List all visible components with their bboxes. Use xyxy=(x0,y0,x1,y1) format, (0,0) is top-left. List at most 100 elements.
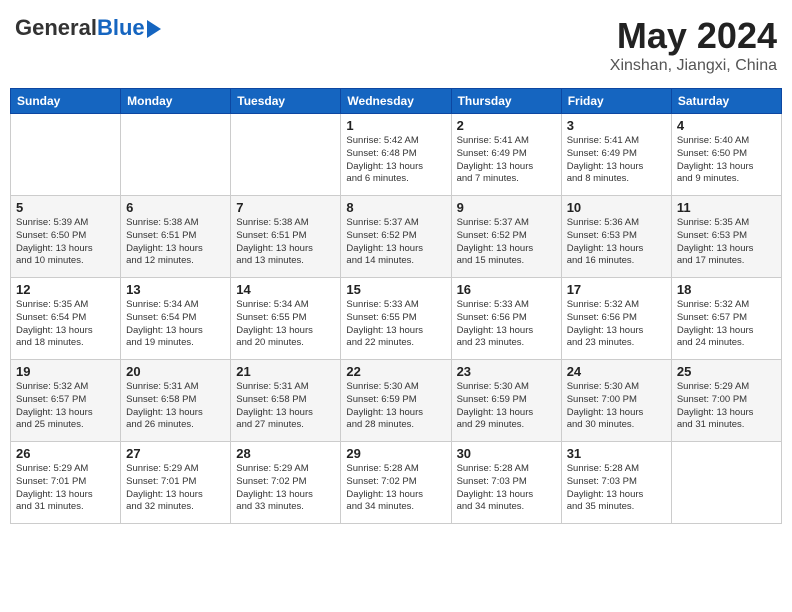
calendar-cell: 26 Sunrise: 5:29 AM Sunset: 7:01 PM Dayli… xyxy=(11,442,121,524)
column-header-sunday: Sunday xyxy=(11,89,121,114)
day-info: Sunrise: 5:32 AM Sunset: 6:57 PM Dayligh… xyxy=(16,381,115,432)
page-header: General Blue May 2024 Xinshan, Jiangxi, … xyxy=(10,10,782,80)
calendar-cell: 8 Sunrise: 5:37 AM Sunset: 6:52 PM Daylig… xyxy=(341,196,451,278)
calendar-cell: 23 Sunrise: 5:30 AM Sunset: 6:59 PM Dayli… xyxy=(451,360,561,442)
calendar-cell: 27 Sunrise: 5:29 AM Sunset: 7:01 PM Dayli… xyxy=(121,442,231,524)
calendar-cell: 13 Sunrise: 5:34 AM Sunset: 6:54 PM Dayli… xyxy=(121,278,231,360)
logo-arrow-icon xyxy=(147,20,161,38)
day-number: 10 xyxy=(567,200,666,215)
day-number: 21 xyxy=(236,364,335,379)
calendar-cell: 25Sunrise: 5:29 AM Sunset: 7:00 PM Dayli… xyxy=(671,360,781,442)
day-number: 28 xyxy=(236,446,335,461)
calendar-cell: 1Sunrise: 5:42 AM Sunset: 6:48 PM Daylig… xyxy=(341,114,451,196)
calendar-week-row: 12 Sunrise: 5:35 AM Sunset: 6:54 PM Dayli… xyxy=(11,278,782,360)
day-number: 24 xyxy=(567,364,666,379)
calendar-cell: 20 Sunrise: 5:31 AM Sunset: 6:58 PM Dayli… xyxy=(121,360,231,442)
day-number: 9 xyxy=(457,200,556,215)
calendar-cell: 24Sunrise: 5:30 AM Sunset: 7:00 PM Dayli… xyxy=(561,360,671,442)
day-number: 30 xyxy=(457,446,556,461)
day-number: 19 xyxy=(16,364,115,379)
calendar-cell: 17 Sunrise: 5:32 AM Sunset: 6:56 PM Dayli… xyxy=(561,278,671,360)
day-info: Sunrise: 5:32 AM Sunset: 6:57 PM Dayligh… xyxy=(677,299,776,350)
day-info: Sunrise: 5:29 AM Sunset: 7:02 PM Dayligh… xyxy=(236,463,335,514)
day-number: 11 xyxy=(677,200,776,215)
day-number: 23 xyxy=(457,364,556,379)
day-info: Sunrise: 5:33 AM Sunset: 6:56 PM Dayligh… xyxy=(457,299,556,350)
day-number: 14 xyxy=(236,282,335,297)
location: Xinshan, Jiangxi, China xyxy=(610,57,777,75)
day-number: 18 xyxy=(677,282,776,297)
column-header-saturday: Saturday xyxy=(671,89,781,114)
calendar-cell: 28 Sunrise: 5:29 AM Sunset: 7:02 PM Dayli… xyxy=(231,442,341,524)
column-header-monday: Monday xyxy=(121,89,231,114)
calendar-cell: 7Sunrise: 5:38 AM Sunset: 6:51 PM Daylig… xyxy=(231,196,341,278)
day-info: Sunrise: 5:34 AM Sunset: 6:55 PM Dayligh… xyxy=(236,299,335,350)
calendar-cell: 31 Sunrise: 5:28 AM Sunset: 7:03 PM Dayli… xyxy=(561,442,671,524)
day-info: Sunrise: 5:31 AM Sunset: 6:58 PM Dayligh… xyxy=(126,381,225,432)
day-info: Sunrise: 5:41 AM Sunset: 6:49 PM Dayligh… xyxy=(567,135,666,186)
logo-blue-text: Blue xyxy=(97,15,145,41)
column-header-wednesday: Wednesday xyxy=(341,89,451,114)
calendar-cell xyxy=(671,442,781,524)
calendar-cell: 18 Sunrise: 5:32 AM Sunset: 6:57 PM Dayli… xyxy=(671,278,781,360)
day-info: Sunrise: 5:28 AM Sunset: 7:02 PM Dayligh… xyxy=(346,463,445,514)
day-number: 27 xyxy=(126,446,225,461)
day-number: 16 xyxy=(457,282,556,297)
day-number: 13 xyxy=(126,282,225,297)
day-number: 4 xyxy=(677,118,776,133)
day-number: 12 xyxy=(16,282,115,297)
day-info: Sunrise: 5:30 AM Sunset: 6:59 PM Dayligh… xyxy=(346,381,445,432)
day-number: 29 xyxy=(346,446,445,461)
day-info: Sunrise: 5:37 AM Sunset: 6:52 PM Dayligh… xyxy=(346,217,445,268)
day-info: Sunrise: 5:42 AM Sunset: 6:48 PM Dayligh… xyxy=(346,135,445,186)
calendar-cell: 21Sunrise: 5:31 AM Sunset: 6:58 PM Dayli… xyxy=(231,360,341,442)
day-number: 15 xyxy=(346,282,445,297)
day-number: 8 xyxy=(346,200,445,215)
day-info: Sunrise: 5:35 AM Sunset: 6:53 PM Dayligh… xyxy=(677,217,776,268)
day-info: Sunrise: 5:28 AM Sunset: 7:03 PM Dayligh… xyxy=(457,463,556,514)
day-info: Sunrise: 5:29 AM Sunset: 7:01 PM Dayligh… xyxy=(126,463,225,514)
day-info: Sunrise: 5:36 AM Sunset: 6:53 PM Dayligh… xyxy=(567,217,666,268)
day-info: Sunrise: 5:35 AM Sunset: 6:54 PM Dayligh… xyxy=(16,299,115,350)
day-number: 7 xyxy=(236,200,335,215)
calendar-cell: 15 Sunrise: 5:33 AM Sunset: 6:55 PM Dayli… xyxy=(341,278,451,360)
month-year: May 2024 xyxy=(610,15,777,57)
calendar-cell: 3 Sunrise: 5:41 AM Sunset: 6:49 PM Daylig… xyxy=(561,114,671,196)
day-info: Sunrise: 5:39 AM Sunset: 6:50 PM Dayligh… xyxy=(16,217,115,268)
calendar-cell: 30 Sunrise: 5:28 AM Sunset: 7:03 PM Dayli… xyxy=(451,442,561,524)
day-number: 25 xyxy=(677,364,776,379)
day-info: Sunrise: 5:40 AM Sunset: 6:50 PM Dayligh… xyxy=(677,135,776,186)
calendar-cell: 11 Sunrise: 5:35 AM Sunset: 6:53 PM Dayli… xyxy=(671,196,781,278)
calendar-week-row: 26 Sunrise: 5:29 AM Sunset: 7:01 PM Dayli… xyxy=(11,442,782,524)
day-info: Sunrise: 5:38 AM Sunset: 6:51 PM Dayligh… xyxy=(126,217,225,268)
calendar-cell: 29 Sunrise: 5:28 AM Sunset: 7:02 PM Dayli… xyxy=(341,442,451,524)
calendar-cell xyxy=(231,114,341,196)
calendar-week-row: 1Sunrise: 5:42 AM Sunset: 6:48 PM Daylig… xyxy=(11,114,782,196)
calendar-cell: 6 Sunrise: 5:38 AM Sunset: 6:51 PM Daylig… xyxy=(121,196,231,278)
day-number: 3 xyxy=(567,118,666,133)
calendar-week-row: 5Sunrise: 5:39 AM Sunset: 6:50 PM Daylig… xyxy=(11,196,782,278)
day-number: 6 xyxy=(126,200,225,215)
day-info: Sunrise: 5:41 AM Sunset: 6:49 PM Dayligh… xyxy=(457,135,556,186)
calendar-table: SundayMondayTuesdayWednesdayThursdayFrid… xyxy=(10,88,782,524)
column-header-tuesday: Tuesday xyxy=(231,89,341,114)
calendar-cell: 12 Sunrise: 5:35 AM Sunset: 6:54 PM Dayli… xyxy=(11,278,121,360)
day-info: Sunrise: 5:29 AM Sunset: 7:01 PM Dayligh… xyxy=(16,463,115,514)
day-info: Sunrise: 5:32 AM Sunset: 6:56 PM Dayligh… xyxy=(567,299,666,350)
calendar-cell: 16 Sunrise: 5:33 AM Sunset: 6:56 PM Dayli… xyxy=(451,278,561,360)
title-block: May 2024 Xinshan, Jiangxi, China xyxy=(610,15,777,75)
day-info: Sunrise: 5:28 AM Sunset: 7:03 PM Dayligh… xyxy=(567,463,666,514)
day-number: 31 xyxy=(567,446,666,461)
day-number: 26 xyxy=(16,446,115,461)
day-info: Sunrise: 5:30 AM Sunset: 6:59 PM Dayligh… xyxy=(457,381,556,432)
calendar-cell: 2Sunrise: 5:41 AM Sunset: 6:49 PM Daylig… xyxy=(451,114,561,196)
day-info: Sunrise: 5:33 AM Sunset: 6:55 PM Dayligh… xyxy=(346,299,445,350)
calendar-cell: 4 Sunrise: 5:40 AM Sunset: 6:50 PM Daylig… xyxy=(671,114,781,196)
day-number: 20 xyxy=(126,364,225,379)
column-header-friday: Friday xyxy=(561,89,671,114)
day-number: 17 xyxy=(567,282,666,297)
calendar-cell xyxy=(11,114,121,196)
calendar-header-row: SundayMondayTuesdayWednesdayThursdayFrid… xyxy=(11,89,782,114)
day-number: 22 xyxy=(346,364,445,379)
day-info: Sunrise: 5:34 AM Sunset: 6:54 PM Dayligh… xyxy=(126,299,225,350)
